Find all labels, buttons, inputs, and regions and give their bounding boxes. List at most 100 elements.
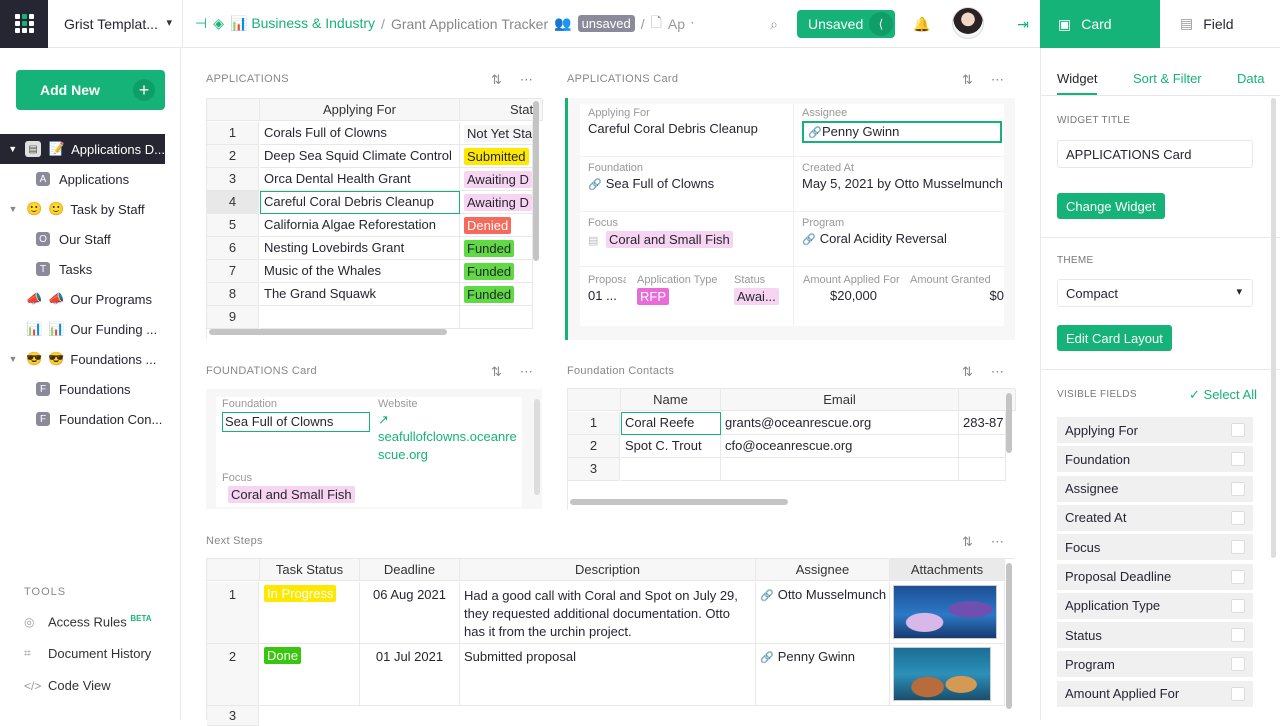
status-cell[interactable]: Awaiting D	[460, 168, 533, 191]
row-number[interactable]: 3	[207, 168, 259, 191]
reef-image-thumbnail[interactable]	[893, 647, 991, 701]
applying-for-cell[interactable]: California Algae Reforestation	[260, 214, 460, 237]
phone-cell[interactable]	[959, 458, 1006, 481]
phone-cell[interactable]	[959, 435, 1006, 458]
row-number[interactable]: 3	[568, 458, 620, 481]
breadcrumb-document[interactable]: Grant Application Tracker	[391, 16, 548, 32]
caret-down-icon[interactable]: ▼	[0, 144, 25, 154]
row-number[interactable]: 1	[207, 582, 259, 644]
visible-field-item[interactable]: Program	[1057, 651, 1253, 678]
description-cell[interactable]: Had a good call with Coral and Spot on J…	[460, 582, 756, 644]
tab-card[interactable]: ▣ Card	[1040, 0, 1160, 48]
vertical-scrollbar[interactable]	[534, 399, 540, 495]
tab-field[interactable]: ▤ Field	[1160, 0, 1280, 48]
row-number[interactable]: 2	[207, 145, 259, 168]
horizontal-scrollbar[interactable]	[209, 329, 447, 335]
status-cell[interactable]: Funded	[460, 237, 533, 260]
more-icon[interactable]: ⋯	[520, 364, 533, 380]
col-header-email[interactable]: Email	[721, 389, 959, 411]
sidebar-item-foundation-contacts[interactable]: F Foundation Con...	[0, 404, 180, 434]
visible-field-item[interactable]: Status	[1057, 622, 1253, 649]
field-checkbox[interactable]	[1231, 481, 1245, 496]
org-selector[interactable]: Grist Templat... ▾	[48, 0, 183, 48]
sidebar-item-foundations-group[interactable]: ▼ 😎 😎 Foundations ...	[0, 344, 180, 374]
search-icon[interactable]: ⌕	[764, 14, 784, 34]
applying-for-cell[interactable]: Nesting Lovebirds Grant	[260, 237, 460, 260]
subtab-sort-filter[interactable]: Sort & Filter	[1133, 71, 1202, 86]
task-status-cell[interactable]: Done	[260, 644, 360, 706]
vertical-scrollbar[interactable]	[1271, 98, 1276, 558]
coral-image-thumbnail[interactable]	[893, 585, 997, 639]
applying-for-cell[interactable]: The Grand Squawk	[260, 283, 460, 306]
card-field-application-type[interactable]: Application Type RFP	[637, 274, 737, 305]
applying-for-cell[interactable]: Music of the Whales	[260, 260, 460, 283]
field-checkbox[interactable]	[1231, 423, 1245, 437]
status-cell[interactable]: Denied	[460, 214, 533, 237]
vertical-scrollbar[interactable]	[533, 101, 539, 261]
sidebar-item-tasks[interactable]: T Tasks	[0, 254, 180, 284]
visible-field-item[interactable]: Proposal Deadline	[1057, 563, 1253, 590]
sort-filter-icon[interactable]: ⇅	[491, 72, 502, 88]
applying-for-cell[interactable]	[260, 306, 460, 329]
add-new-button[interactable]: Add New +	[16, 70, 165, 110]
row-number[interactable]: 1	[568, 412, 620, 435]
field-checkbox[interactable]	[1231, 540, 1245, 555]
field-checkbox[interactable]	[1231, 657, 1245, 672]
name-cell[interactable]	[621, 458, 721, 481]
select-all-link[interactable]: ✓ Select All	[1189, 387, 1257, 403]
more-icon[interactable]: ⋯	[991, 364, 1004, 380]
row-number[interactable]: 1	[207, 122, 259, 145]
col-header-name[interactable]: Name	[621, 389, 721, 411]
row-number[interactable]: 5	[207, 214, 259, 237]
attachments-cell[interactable]	[890, 582, 1005, 644]
row-number[interactable]: 8	[207, 283, 259, 306]
sidebar-item-foundations[interactable]: F Foundations	[0, 374, 180, 404]
card-field-foundation[interactable]: Foundation 🔗 Sea Full of Clowns	[588, 162, 788, 191]
task-status-cell[interactable]: In Progress	[260, 582, 360, 644]
card-field-applying-for[interactable]: Applying For Careful Coral Debris Cleanu…	[588, 107, 788, 136]
card-field-focus[interactable]: Focus ▤ Coral and Small Fish	[588, 217, 788, 248]
row-number[interactable]: 3	[207, 706, 259, 726]
card-field-status[interactable]: Status Awai...	[734, 274, 794, 305]
sidebar-item-our-programs[interactable]: 📣 📣 Our Programs	[0, 284, 180, 314]
field-checkbox[interactable]	[1231, 452, 1245, 467]
subtab-data[interactable]: Data	[1237, 71, 1264, 86]
col-header-attachments[interactable]: Attachments	[890, 559, 1005, 581]
collapse-left-icon[interactable]: ⊣	[195, 14, 207, 34]
row-number[interactable]: 4	[207, 191, 259, 214]
undo-icon[interactable]: ↶	[691, 14, 693, 34]
subtab-widget[interactable]: Widget	[1057, 71, 1098, 95]
avatar[interactable]	[952, 7, 984, 39]
grist-logo[interactable]	[0, 0, 48, 48]
applying-for-cell[interactable]: Orca Dental Health Grant	[260, 168, 460, 191]
assignee-cell[interactable]: 🔗 Otto Musselmunch	[756, 582, 890, 644]
applying-for-cell[interactable]: Careful Coral Debris Cleanup	[260, 191, 460, 214]
sort-filter-icon[interactable]: ⇅	[491, 364, 502, 380]
horizontal-scrollbar[interactable]	[570, 499, 788, 505]
card-field-focus[interactable]: Focus Coral and Small Fish	[222, 472, 422, 503]
card-field-assignee[interactable]: Assignee 🔗 Penny Gwinn	[802, 107, 1002, 143]
code-view-link[interactable]: </> Code View	[24, 678, 111, 693]
more-icon[interactable]: ⋯	[991, 72, 1004, 88]
visible-field-item[interactable]: Application Type	[1057, 592, 1253, 619]
sidebar-item-our-funding[interactable]: 📊 📊 Our Funding ...	[0, 314, 180, 344]
row-number[interactable]: 2	[207, 644, 259, 706]
external-link-icon[interactable]: ↗	[378, 412, 528, 428]
more-icon[interactable]: ⋯	[991, 534, 1004, 550]
field-checkbox[interactable]	[1231, 628, 1245, 643]
card-field-amount-granted[interactable]: Amount Granted $0	[910, 274, 1004, 303]
status-cell[interactable]: Awaiting D	[460, 191, 533, 214]
vertical-scrollbar[interactable]	[1006, 393, 1012, 453]
visible-field-item[interactable]: Applying For	[1057, 417, 1253, 443]
name-cell[interactable]: Spot C. Trout	[621, 435, 721, 458]
visible-field-item[interactable]: Amount Applied For	[1057, 680, 1253, 707]
name-cell[interactable]: Coral Reefe	[621, 412, 721, 435]
vertical-scrollbar[interactable]	[1006, 563, 1012, 709]
card-field-program[interactable]: Program 🔗 Coral Acidity Reversal	[802, 217, 1002, 246]
share-icon[interactable]: ⟨	[869, 12, 893, 36]
field-checkbox[interactable]	[1231, 569, 1245, 584]
card-field-foundation[interactable]: Foundation Sea Full of Clowns	[222, 398, 370, 432]
more-icon[interactable]: ⋯	[520, 72, 533, 88]
visible-field-item[interactable]: Foundation	[1057, 446, 1253, 473]
status-cell[interactable]: Submitted	[460, 145, 533, 168]
